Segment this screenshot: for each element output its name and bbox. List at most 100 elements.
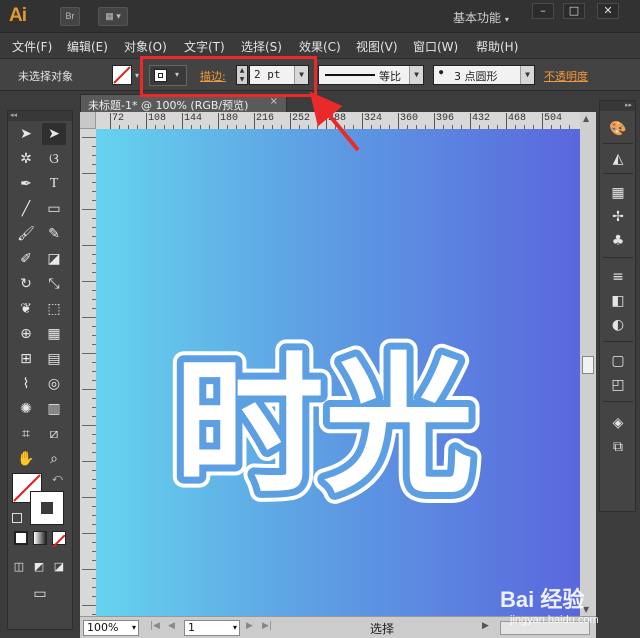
none-mode-icon[interactable]	[52, 531, 66, 548]
appearance-panel-icon[interactable]: ▢	[607, 351, 629, 371]
perspective-grid-tool-icon[interactable]: ▦	[42, 323, 66, 345]
menu-type[interactable]: 文字(T)	[184, 38, 225, 55]
eraser-tool-icon[interactable]: ◪	[42, 248, 66, 270]
vertical-ruler[interactable]	[80, 129, 96, 616]
menu-object[interactable]: 对象(O)	[124, 38, 167, 55]
hand-tool-icon[interactable]: ✋	[14, 448, 38, 470]
magic-wand-tool-icon[interactable]: ✲	[14, 148, 38, 170]
layers-panel-icon[interactable]: ◈	[607, 413, 629, 433]
ruler-tick	[82, 425, 96, 426]
draw-normal-icon[interactable]: ◫	[10, 555, 28, 577]
close-button[interactable]: ✕	[597, 3, 619, 19]
draw-inside-icon[interactable]: ◪	[50, 555, 68, 577]
color-panel-icon[interactable]: 🎨	[607, 119, 629, 139]
mesh-tool-icon[interactable]: ⊞	[14, 348, 38, 370]
menu-view[interactable]: 视图(V)	[356, 38, 398, 55]
menu-effect[interactable]: 效果(C)	[299, 38, 341, 55]
scale-tool-icon[interactable]: ⤡	[42, 273, 66, 295]
panel-expand-icon[interactable]: ▸▸	[600, 101, 635, 111]
fill-swatch[interactable]	[112, 65, 132, 85]
zoom-select[interactable]: 100% ▾	[83, 620, 139, 636]
color-mode-icon[interactable]	[14, 531, 28, 545]
arrange-documents-button[interactable]: ▦ ▾	[98, 7, 128, 26]
menu-file[interactable]: 文件(F)	[12, 38, 52, 55]
minimize-button[interactable]: –	[532, 3, 554, 19]
artwork[interactable]: 时光 时光 时光	[96, 129, 580, 616]
artboard-tool-icon[interactable]: ⌗	[14, 423, 38, 445]
pencil-tool-icon[interactable]: ✎	[42, 223, 66, 245]
page-select[interactable]: 1 ▾	[184, 620, 240, 636]
stroke-color-box[interactable]	[30, 491, 64, 525]
last-page-icon[interactable]: ▶|	[262, 621, 272, 631]
chevron-down-icon[interactable]: ▼	[409, 66, 423, 84]
workspace-label: 基本功能	[453, 11, 502, 25]
type-tool-icon[interactable]: T	[42, 173, 66, 195]
app-logo: Ai	[9, 5, 27, 26]
eyedropper-tool-icon[interactable]: ⌇	[14, 373, 38, 395]
no-fill-icon	[113, 66, 131, 84]
gradient-mode-icon[interactable]	[33, 531, 47, 545]
blend-tool-icon[interactable]: ◎	[42, 373, 66, 395]
transparency-panel-icon[interactable]: ◐	[607, 315, 629, 335]
pen-tool-icon[interactable]: ✒	[14, 173, 38, 195]
workspace-switcher[interactable]: 基本功能 ▾	[453, 9, 509, 26]
default-colors-icon[interactable]	[12, 513, 22, 523]
opacity-label[interactable]: 不透明度	[544, 68, 588, 84]
line-tool-icon[interactable]: ╱	[14, 198, 38, 220]
lasso-tool-icon[interactable]: ଓ	[42, 148, 66, 170]
stroke-panel-icon[interactable]: ≡	[607, 267, 629, 287]
column-graph-tool-icon[interactable]: ▥	[42, 398, 66, 420]
vertical-scrollbar[interactable]: ▲ ▼	[580, 112, 596, 616]
symbol-sprayer-tool-icon[interactable]: ✺	[14, 398, 38, 420]
fill-dropdown-icon[interactable]: ▾	[135, 71, 139, 80]
free-transform-tool-icon[interactable]: ⬚	[42, 298, 66, 320]
prev-page-icon[interactable]: ◀	[168, 621, 175, 631]
menu-window[interactable]: 窗口(W)	[413, 38, 458, 55]
chevron-down-icon: ▾	[131, 623, 136, 632]
swatches-panel-icon[interactable]: ▦	[607, 183, 629, 203]
brushes-panel-icon[interactable]: ✢	[607, 207, 629, 227]
chevron-down-icon[interactable]: ▼	[520, 66, 534, 84]
artboard[interactable]: 时光 时光 时光	[96, 129, 580, 616]
ruler-label: 432	[472, 113, 491, 124]
zoom-tool-icon[interactable]: ⌕	[42, 448, 66, 470]
gradient-tool-icon[interactable]: ▤	[42, 348, 66, 370]
artboards-panel-icon[interactable]: ⧉	[607, 437, 629, 457]
selection-tool-icon[interactable]: ➤	[14, 123, 38, 145]
symbols-panel-icon[interactable]: ♣	[607, 231, 629, 251]
color-guide-icon[interactable]: ◭	[607, 149, 629, 169]
menu-edit[interactable]: 编辑(E)	[67, 38, 108, 55]
panel-collapse-icon[interactable]: ◂◂	[8, 111, 72, 121]
slice-tool-icon[interactable]: ⧄	[42, 423, 66, 445]
next-page-icon[interactable]: ▶	[246, 621, 253, 631]
draw-behind-icon[interactable]: ◩	[30, 555, 48, 577]
rectangle-tool-icon[interactable]: ▭	[42, 198, 66, 220]
swap-fill-stroke-icon[interactable]: ⤺	[52, 473, 63, 484]
ruler-label: 216	[256, 113, 275, 124]
scroll-thumb[interactable]	[582, 356, 594, 374]
first-page-icon[interactable]: |◀	[150, 621, 160, 631]
status-menu-icon[interactable]: ▶	[482, 621, 489, 631]
scroll-up-icon[interactable]: ▲	[583, 114, 589, 123]
menu-select[interactable]: 选择(S)	[241, 38, 282, 55]
close-icon[interactable]: ×	[270, 96, 278, 107]
blob-brush-tool-icon[interactable]: ✐	[14, 248, 38, 270]
warp-tool-icon[interactable]: ❦	[14, 298, 38, 320]
paintbrush-tool-icon[interactable]: 🖌	[14, 223, 38, 245]
maximize-button[interactable]: □	[563, 3, 585, 19]
direct-selection-tool-icon[interactable]: ➤	[42, 123, 66, 145]
rotate-tool-icon[interactable]: ↻	[14, 273, 38, 295]
gradient-panel-icon[interactable]: ◧	[607, 291, 629, 311]
screen-mode-icon[interactable]: ▭	[28, 583, 52, 605]
brush-definition[interactable]: ● 3 点圆形 ▼	[433, 65, 535, 85]
graphic-styles-panel-icon[interactable]: ◰	[607, 375, 629, 395]
ruler-tick	[82, 497, 96, 498]
shape-builder-tool-icon[interactable]: ⊕	[14, 323, 38, 345]
brush-dot-icon: ●	[439, 68, 444, 76]
bridge-button[interactable]: Br	[60, 7, 80, 26]
menu-help[interactable]: 帮助(H)	[476, 38, 518, 55]
variable-width-profile[interactable]: 等比 ▼	[318, 65, 424, 85]
ruler-label: 360	[400, 113, 419, 124]
ruler-origin[interactable]	[80, 112, 96, 129]
ruler-tick	[290, 113, 291, 129]
